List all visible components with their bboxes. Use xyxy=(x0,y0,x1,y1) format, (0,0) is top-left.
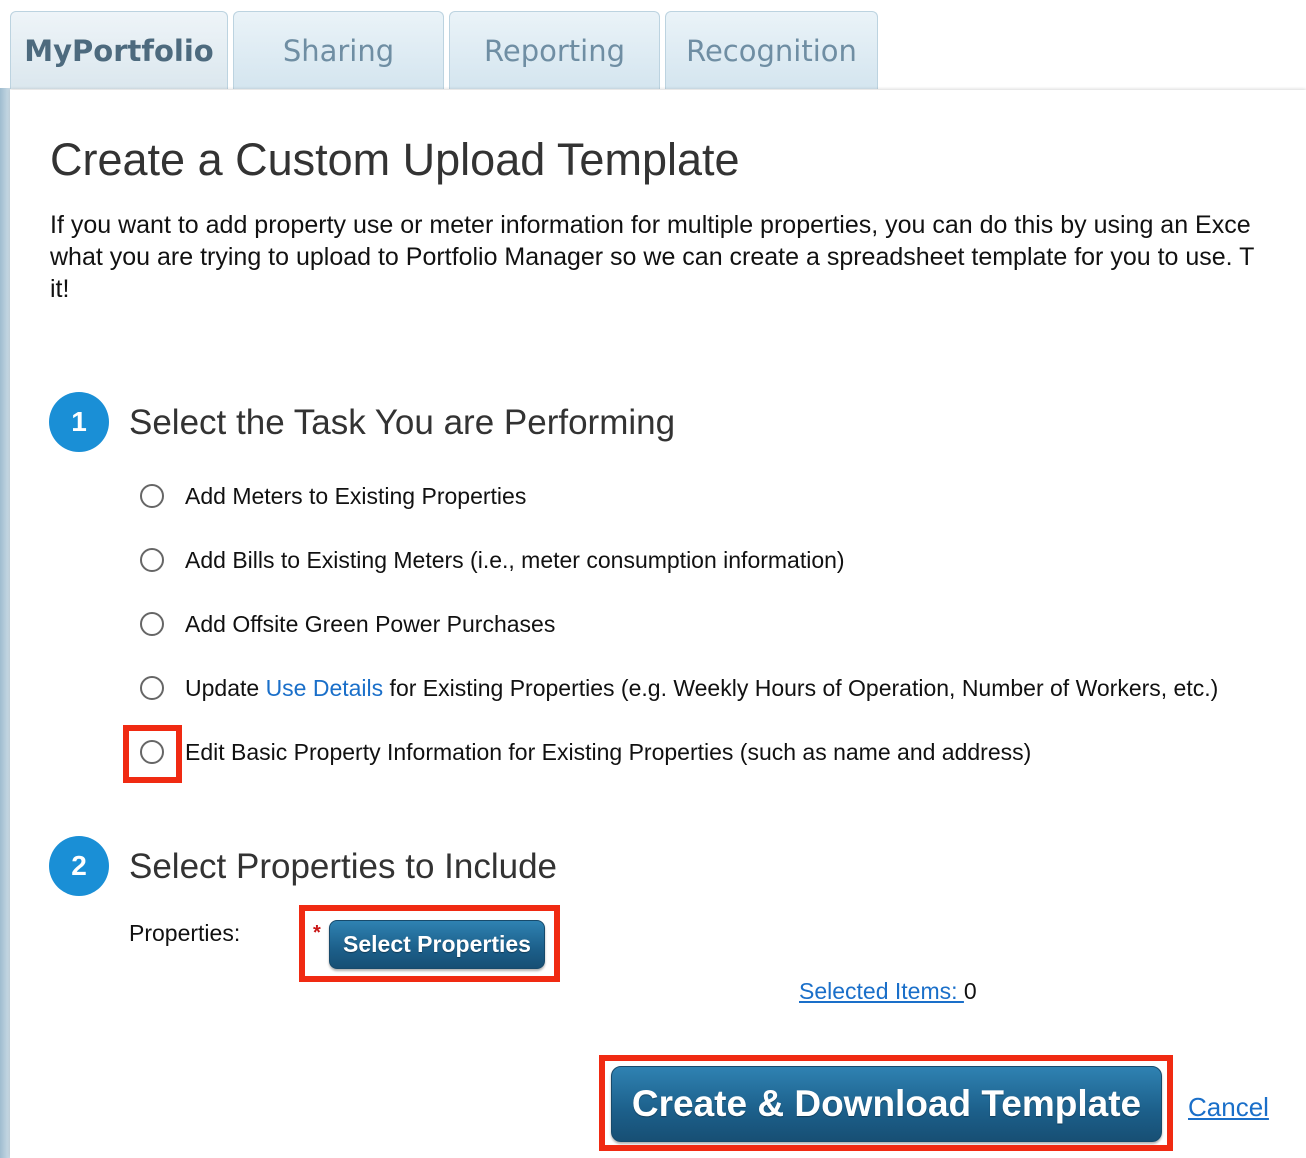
task-option-edit-basic-info[interactable]: Edit Basic Property Information for Exis… xyxy=(140,736,1031,768)
option-label-prefix: Update xyxy=(185,674,266,701)
selected-items: Selected Items: 0 xyxy=(799,978,977,1005)
page-title: Create a Custom Upload Template xyxy=(50,134,740,185)
step-1-title: Select the Task You are Performing xyxy=(129,403,676,442)
cancel-link[interactable]: Cancel xyxy=(1188,1092,1269,1123)
intro-line: If you want to add property use or meter… xyxy=(50,211,1251,239)
radio-button[interactable] xyxy=(140,612,164,636)
radio-button[interactable] xyxy=(140,484,164,508)
highlight-box xyxy=(299,905,560,982)
tab-recognition[interactable]: Recognition xyxy=(665,11,878,89)
selected-items-link[interactable]: Selected Items: xyxy=(799,978,964,1004)
step-1-badge: 1 xyxy=(49,392,109,452)
selected-items-count: 0 xyxy=(963,978,977,1004)
task-option-update-use-details[interactable]: Update Use Details for Existing Properti… xyxy=(140,672,1218,704)
intro-line: it! xyxy=(50,275,70,303)
option-label: Edit Basic Property Information for Exis… xyxy=(185,738,1032,765)
intro-text: If you want to add property use or meter… xyxy=(50,209,1254,305)
highlight-box xyxy=(123,725,182,783)
option-label: Add Offsite Green Power Purchases xyxy=(185,610,556,637)
tab-myportfolio[interactable]: MyPortfolio xyxy=(10,11,228,89)
step-2-title: Select Properties to Include xyxy=(129,847,558,886)
task-option-green-power[interactable]: Add Offsite Green Power Purchases xyxy=(140,608,555,640)
step-2-badge: 2 xyxy=(49,836,109,896)
use-details-link[interactable]: Use Details xyxy=(266,675,384,702)
main-tab-bar: MyPortfolio Sharing Reporting Recognitio… xyxy=(10,11,883,92)
task-option-add-bills[interactable]: Add Bills to Existing Meters (i.e., mete… xyxy=(140,544,845,576)
radio-button[interactable] xyxy=(140,548,164,572)
left-border-strip xyxy=(0,88,10,1158)
highlight-box xyxy=(599,1055,1173,1151)
tab-reporting[interactable]: Reporting xyxy=(449,11,660,89)
option-label: Add Bills to Existing Meters (i.e., mete… xyxy=(185,546,845,573)
task-option-add-meters[interactable]: Add Meters to Existing Properties xyxy=(140,480,526,512)
properties-label: Properties: xyxy=(129,920,241,946)
tab-sharing[interactable]: Sharing xyxy=(233,11,444,89)
option-label: Add Meters to Existing Properties xyxy=(185,482,527,509)
radio-button[interactable] xyxy=(140,676,164,700)
option-label-suffix: for Existing Properties (e.g. Weekly Hou… xyxy=(383,674,1219,701)
content-panel: Create a Custom Upload Template If you w… xyxy=(10,90,1306,1158)
intro-line: what you are trying to upload to Portfol… xyxy=(50,243,1255,271)
